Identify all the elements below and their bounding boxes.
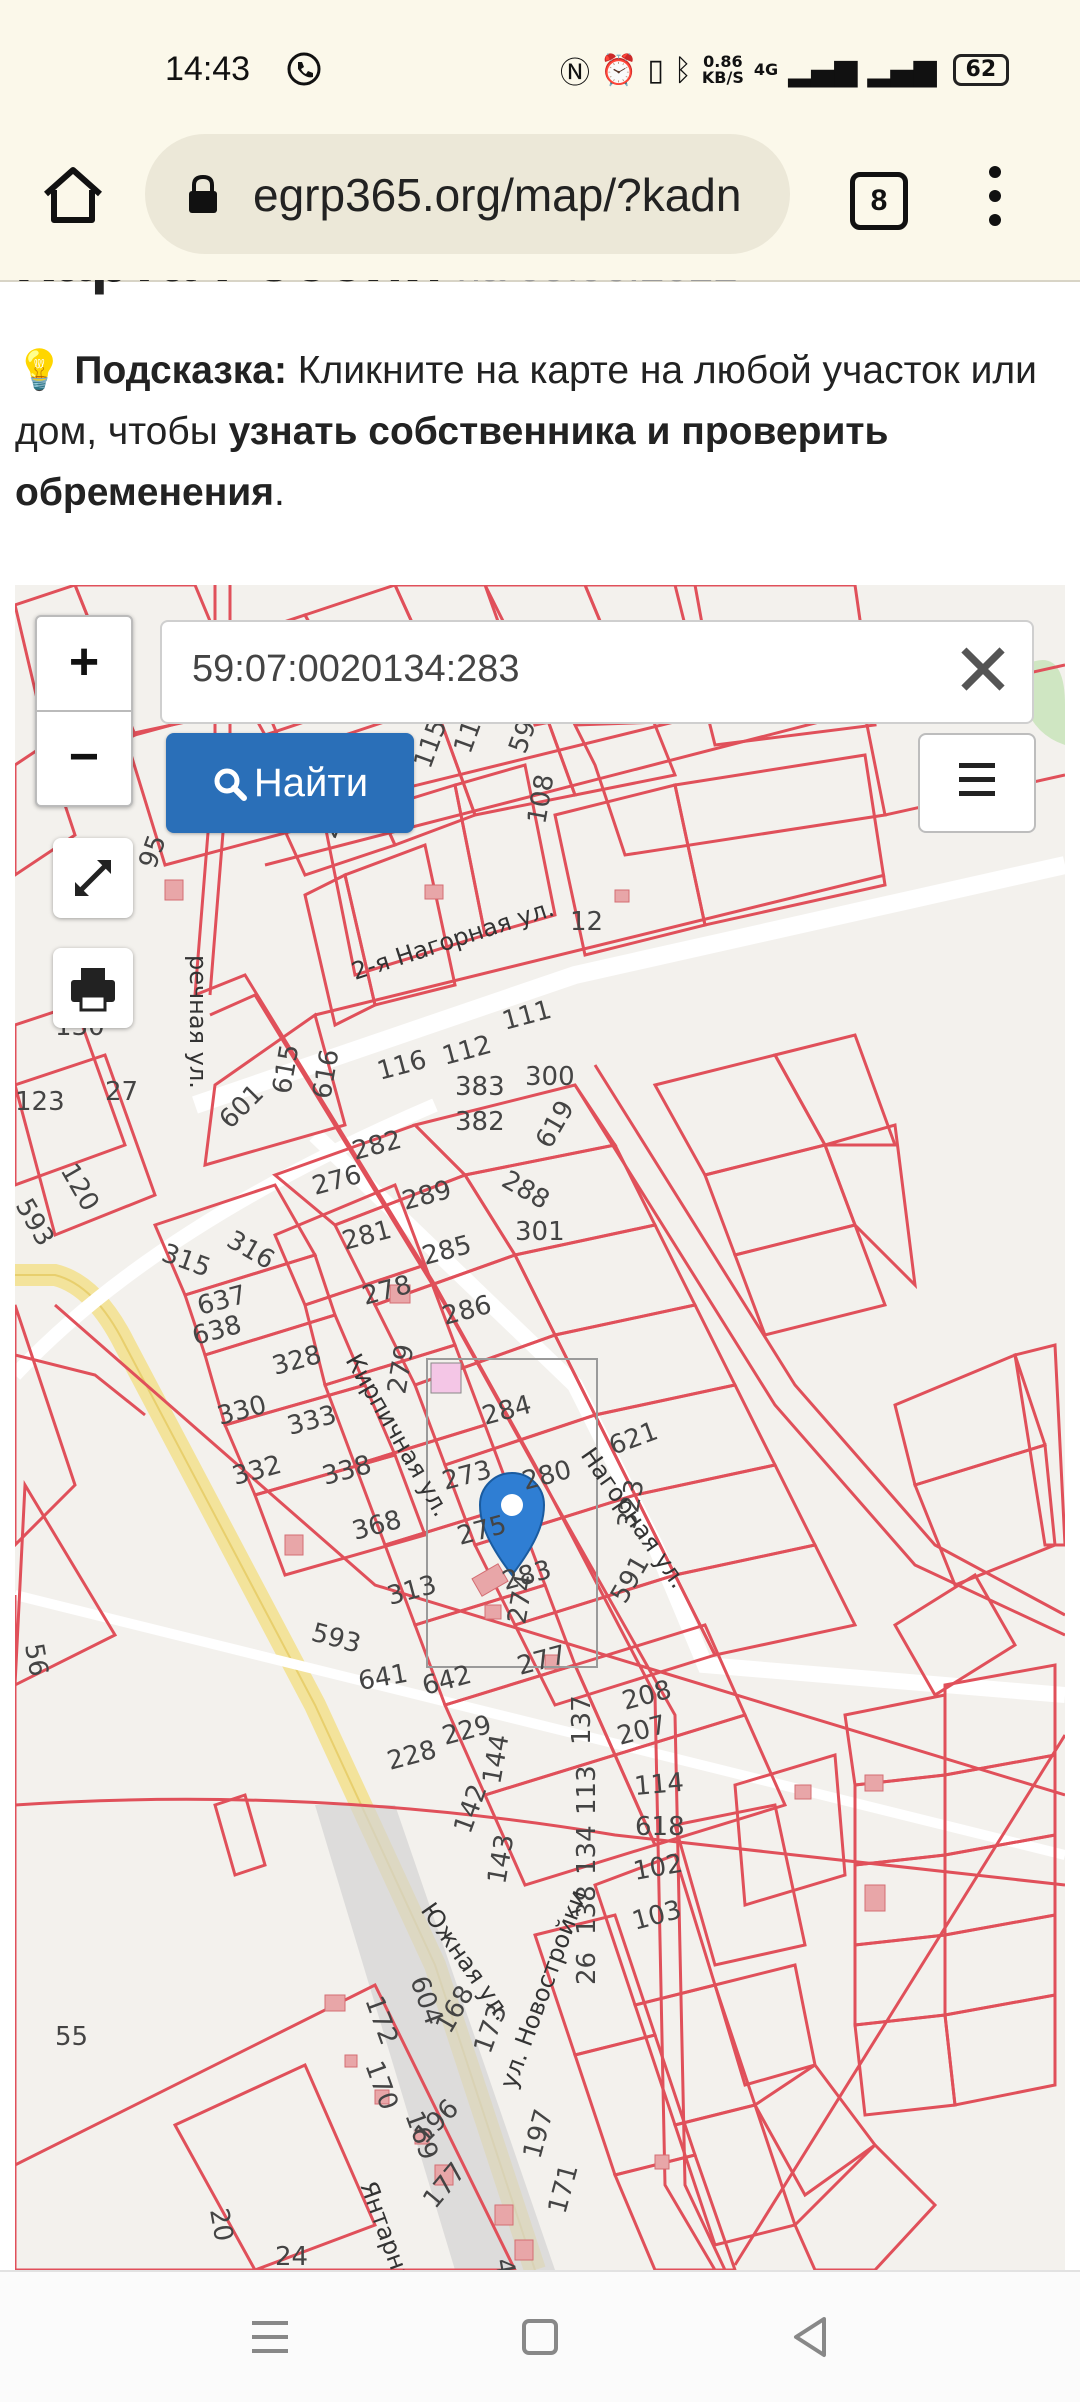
parcel-number[interactable]: 315 xyxy=(158,1238,215,1283)
parcel-number[interactable]: 134 xyxy=(572,1825,602,1875)
hint-text: 💡 Подсказка: Кликните на карте на любой … xyxy=(15,349,1037,514)
net-speed: 0.86 KB/S xyxy=(701,52,744,87)
find-button[interactable]: Найти xyxy=(166,733,414,833)
expand-icon xyxy=(75,860,111,896)
parcel-number[interactable]: 330 xyxy=(214,1390,270,1432)
parcel-number[interactable]: 137 xyxy=(567,1695,597,1745)
parcel-number[interactable]: 615 xyxy=(267,1042,305,1096)
parcel-number[interactable]: 103 xyxy=(629,1895,685,1937)
status-bar: 14:43 Ⓝ ⏰ ▯ ᛒ 0.86 KB/S 4G ▂▄▆ ▂▄▆ 62 xyxy=(0,0,1080,120)
clear-icon[interactable]: ✕ xyxy=(952,634,1014,708)
system-nav-bar xyxy=(0,2270,1080,2402)
bluetooth-icon: ᛒ xyxy=(673,52,692,88)
cadastral-map[interactable]: 4393110599114115117203202951301081211111… xyxy=(15,585,1065,2270)
parcel-number[interactable]: 102 xyxy=(631,1849,685,1887)
parcel-number[interactable]: 286 xyxy=(439,1290,495,1332)
parcel-number[interactable]: 24 xyxy=(275,2242,308,2270)
print-button[interactable] xyxy=(53,948,133,1028)
parcel-number[interactable]: 115 xyxy=(408,715,453,772)
parcel-number[interactable]: 171 xyxy=(543,2161,585,2217)
zoom-control: + − xyxy=(35,615,133,807)
parcel-number[interactable]: 123 xyxy=(15,1087,65,1117)
parcel-number[interactable]: 197 xyxy=(518,2106,560,2162)
back-nav-icon[interactable] xyxy=(780,2307,840,2367)
parcel-number[interactable]: 20 xyxy=(203,2206,238,2244)
street-label: Янтарна xyxy=(354,2177,417,2270)
zoom-in-button[interactable]: + xyxy=(37,617,131,712)
parcel-number[interactable]: 114 xyxy=(633,1768,685,1802)
address-bar[interactable]: egrp365.org/map/?kadn xyxy=(145,134,790,254)
parcel-number[interactable]: 301 xyxy=(515,1217,565,1247)
overflow-menu-icon[interactable] xyxy=(980,166,1010,246)
parcel-number[interactable]: 338 xyxy=(319,1450,375,1492)
tab-switcher-button[interactable]: 8 xyxy=(850,172,908,230)
parcel-number[interactable]: 277 xyxy=(514,1640,570,1682)
parcel-number[interactable]: 112 xyxy=(439,1030,495,1072)
home-icon[interactable] xyxy=(38,160,108,230)
hint-label: Подсказка: xyxy=(74,349,287,392)
parcel-number[interactable]: 618 xyxy=(635,1812,685,1842)
parcel-number[interactable]: 26 xyxy=(572,1952,602,1985)
parcel-number[interactable]: 300 xyxy=(525,1062,575,1092)
parcel-number[interactable]: 593 xyxy=(308,1618,364,1660)
parcel-number[interactable]: 282 xyxy=(349,1125,405,1167)
parcel-number[interactable]: 12 xyxy=(570,907,603,937)
lock-icon xyxy=(189,174,217,213)
parcel-number[interactable]: 228 xyxy=(384,1735,440,1777)
url-text: egrp365.org/map/?kadn xyxy=(253,169,742,221)
parcel-number[interactable]: 143 xyxy=(482,1832,520,1886)
parcel-number[interactable]: 280 xyxy=(519,1455,575,1497)
battery-indicator: 62 xyxy=(952,54,1010,86)
find-label: Найти xyxy=(253,761,369,805)
search-icon xyxy=(214,768,247,801)
nfc-icon: Ⓝ xyxy=(560,56,590,91)
cadastral-search-input[interactable]: 59:07:0020134:283 ✕ xyxy=(160,620,1034,724)
parcel-number[interactable]: 313 xyxy=(384,1570,440,1612)
street-label: речная ул. xyxy=(184,955,212,1089)
status-time: 14:43 xyxy=(165,50,251,88)
recents-menu-icon[interactable] xyxy=(240,2307,300,2367)
parcel-number[interactable]: 113 xyxy=(572,1765,602,1815)
parcel-number[interactable]: 116 xyxy=(374,1045,430,1087)
alarm-icon: ⏰ xyxy=(600,52,638,88)
parcel-number[interactable]: 278 xyxy=(359,1270,415,1312)
browser-toolbar: egrp365.org/map/?kadn 8 xyxy=(0,120,1080,282)
signal-icon: ▂▄▆ xyxy=(788,52,858,88)
parcel-number[interactable]: 328 xyxy=(269,1340,325,1382)
parcel-number[interactable]: 289 xyxy=(399,1175,455,1217)
parcel-number[interactable]: 284 xyxy=(479,1390,535,1432)
parcel-number[interactable]: 619 xyxy=(530,1096,581,1154)
parcel-number[interactable]: 27 xyxy=(105,1077,138,1107)
parcel-number[interactable]: 621 xyxy=(605,1416,662,1461)
parcel-number[interactable]: 288 xyxy=(497,1165,555,1216)
parcel-number[interactable]: 142 xyxy=(448,1780,493,1837)
layers-menu-button[interactable] xyxy=(918,733,1036,833)
hamburger-icon xyxy=(920,735,1034,796)
map-canvas[interactable]: 4393110599114115117203202951301081211111… xyxy=(15,585,1065,2270)
fullscreen-button[interactable] xyxy=(53,838,133,918)
lightbulb-icon: 💡 xyxy=(15,349,64,392)
parcel-number[interactable]: 56 xyxy=(18,1641,53,1679)
call-icon xyxy=(287,52,321,86)
parcel-number[interactable]: 95 xyxy=(133,831,173,872)
printer-icon xyxy=(71,968,115,1012)
parcel-number[interactable]: 383 xyxy=(455,1072,505,1102)
search-value: 59:07:0020134:283 xyxy=(192,648,520,690)
parcel-number[interactable]: 207 xyxy=(614,1710,670,1752)
parcel-number[interactable]: 382 xyxy=(455,1107,505,1137)
zoom-out-button[interactable]: − xyxy=(37,712,131,805)
signal-icon-2: ▂▄▆ xyxy=(867,52,937,88)
home-nav-icon[interactable] xyxy=(510,2307,570,2367)
vibrate-icon: ▯ xyxy=(647,52,664,88)
network-type: 4G xyxy=(753,60,779,79)
parcel-number[interactable]: 55 xyxy=(55,2022,88,2052)
